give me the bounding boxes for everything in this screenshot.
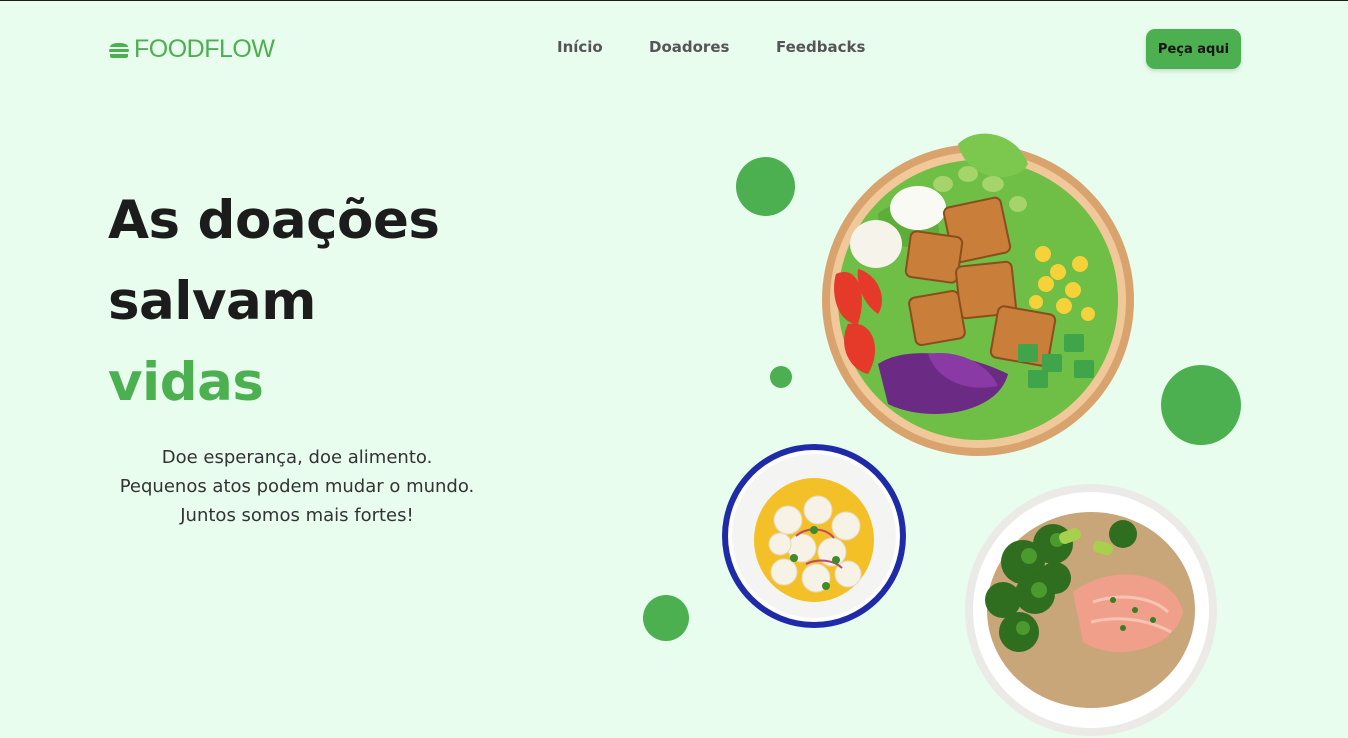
decorative-circle: [770, 366, 792, 388]
hero-subtitle: Doe esperança, doe alimento. Pequenos at…: [119, 447, 475, 526]
top-border-line: [0, 0, 1348, 1]
nav-link-doadores[interactable]: Doadores: [649, 38, 729, 56]
hero-title-line-2: salvam: [108, 271, 317, 332]
order-button[interactable]: Peça aqui: [1146, 29, 1241, 69]
decorative-circle: [736, 157, 795, 216]
salad-bowl-image: [822, 133, 1134, 456]
decorative-circle: [1161, 365, 1241, 445]
decorative-circle: [643, 595, 689, 641]
salmon-broccoli-plate-image: [965, 484, 1217, 736]
hero-title: As doações salvam vidas: [108, 180, 440, 423]
hero-title-accent: vidas: [108, 352, 264, 413]
nav-link-feedbacks[interactable]: Feedbacks: [776, 38, 865, 56]
nav-link-inicio[interactable]: Início: [557, 38, 603, 56]
ceviche-bowl-image: [722, 444, 906, 628]
hero-title-line-1: As doações: [108, 190, 440, 251]
